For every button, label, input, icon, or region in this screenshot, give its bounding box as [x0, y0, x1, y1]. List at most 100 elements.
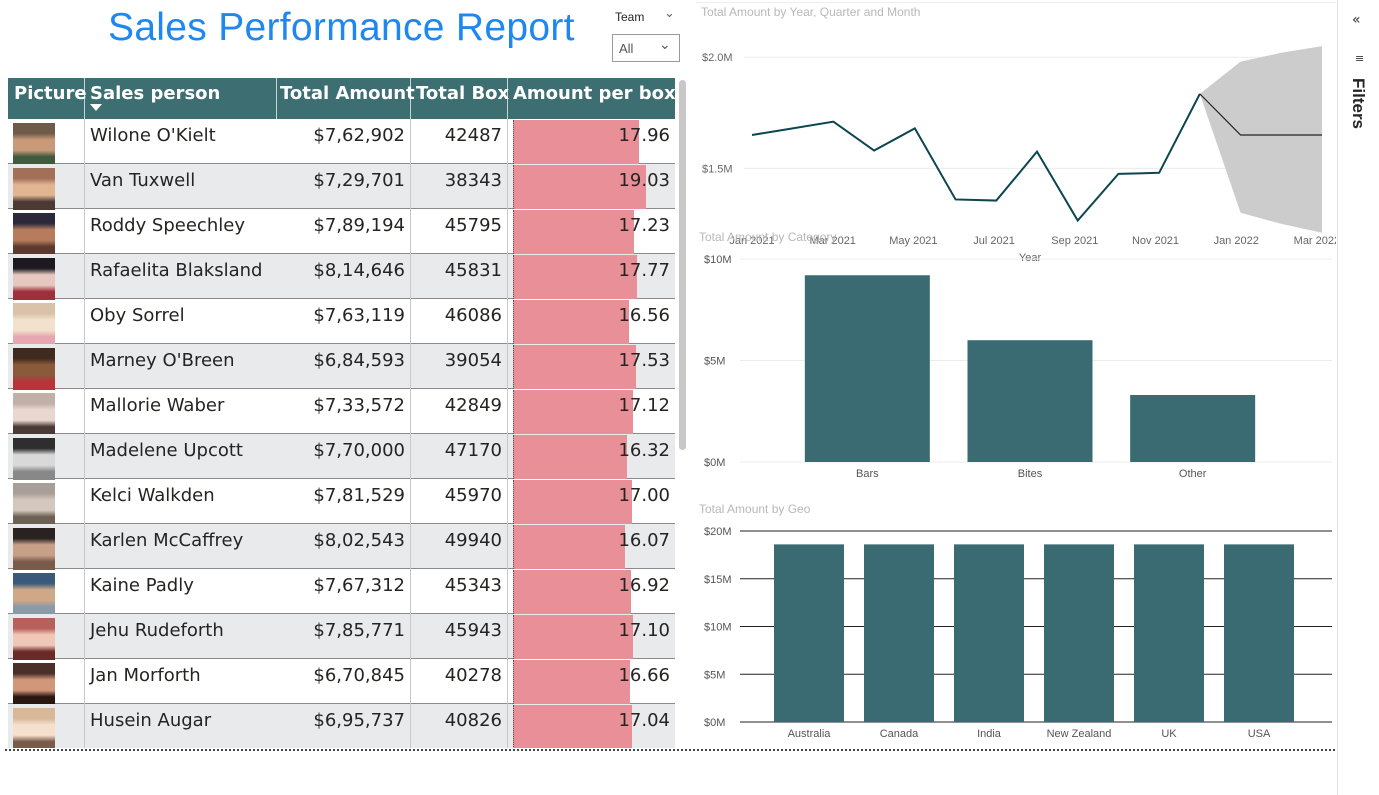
line-chart-title: Total Amount by Year, Quarter and Month [701, 5, 921, 19]
avatar [13, 348, 55, 390]
header-sales-person[interactable]: Sales person [90, 78, 220, 119]
header-picture[interactable]: Picture [14, 78, 87, 119]
sales-person-name: Kaine Padly [90, 575, 194, 596]
avatar [13, 528, 55, 570]
table-row[interactable]: Kaine Padly $7,67,312 45343 16.92 [8, 569, 675, 615]
sales-person-name: Jehu Rudeforth [90, 620, 224, 641]
amount-per-box-cell: 16.07 [618, 530, 670, 551]
total-box-cell: 45970 [444, 485, 502, 506]
team-slicer-dropdown[interactable]: All ⌄ [612, 34, 680, 62]
bar [967, 340, 1093, 462]
sales-person-name: Karlen McCaffrey [90, 530, 244, 551]
y-tick-label: $1.5M [702, 163, 733, 175]
bar [1224, 544, 1294, 722]
total-amount-cell: $7,33,572 [313, 395, 405, 416]
amount-per-box-cell: 17.10 [618, 620, 670, 641]
table-row[interactable]: Mallorie Waber $7,33,572 42849 17.12 [8, 389, 675, 435]
total-amount-cell: $7,29,701 [313, 170, 405, 191]
total-box-cell: 45795 [444, 215, 502, 236]
table-row[interactable]: Husein Augar $6,95,737 40826 17.04 [8, 704, 675, 748]
avatar [13, 213, 55, 255]
sort-descending-icon [90, 104, 102, 111]
x-tick-label: Bars [856, 468, 879, 480]
sales-person-name: Oby Sorrel [90, 305, 185, 326]
amount-per-box-cell: 17.04 [618, 710, 670, 731]
y-tick-label: $5M [704, 356, 725, 368]
total-amount-cell: $8,14,646 [313, 260, 405, 281]
y-tick-label: $10M [704, 254, 732, 266]
avatar [13, 573, 55, 615]
total-amount-cell: $7,89,194 [313, 215, 405, 236]
table-row[interactable]: Rafaelita Blaksland $8,14,646 45831 17.77 [8, 254, 675, 300]
sales-person-name: Marney O'Breen [90, 350, 235, 371]
y-tick-label: $0M [704, 457, 725, 469]
category-bar-chart[interactable]: $0M $5M $10M Bars Bites Other [696, 245, 1336, 485]
sales-person-name: Mallorie Waber [90, 395, 225, 416]
header-amount-per-box[interactable]: Amount per box [513, 78, 675, 119]
total-amount-cell: $7,62,902 [313, 125, 405, 146]
table-row[interactable]: Madelene Upcott $7,70,000 47170 16.32 [8, 434, 675, 480]
bar [774, 544, 844, 722]
sales-person-name: Wilone O'Kielt [90, 125, 216, 146]
table-scrollbar[interactable] [679, 80, 686, 450]
table-row[interactable]: Roddy Speechley $7,89,194 45795 17.23 [8, 209, 675, 255]
table-row[interactable]: Kelci Walkden $7,81,529 45970 17.00 [8, 479, 675, 525]
filter-pane[interactable]: « ≡ Filters [1337, 0, 1379, 795]
team-slicer-value: All [619, 41, 634, 56]
sales-person-name: Madelene Upcott [90, 440, 243, 461]
avatar [13, 618, 55, 660]
amount-per-box-cell: 16.66 [618, 665, 670, 686]
total-box-cell: 40278 [444, 665, 502, 686]
total-amount-cell: $8,02,543 [313, 530, 405, 551]
table-header: Picture Sales person Total Amount Total … [8, 78, 675, 119]
total-amount-cell: $7,67,312 [313, 575, 405, 596]
geo-chart-title: Total Amount by Geo [699, 502, 811, 516]
amount-per-box-cell: 17.00 [618, 485, 670, 506]
bar [864, 544, 934, 722]
total-amount-cell: $6,95,737 [313, 710, 405, 731]
sales-table: Picture Sales person Total Amount Total … [8, 78, 675, 748]
category-chart-title: Total Amount by Category [699, 230, 837, 244]
avatar [13, 258, 55, 300]
avatar [13, 168, 55, 210]
header-total-amount[interactable]: Total Amount [280, 78, 415, 119]
x-tick-label: Other [1179, 468, 1207, 480]
avatar [13, 708, 55, 748]
table-row[interactable]: Van Tuxwell $7,29,701 38343 19.03 [8, 164, 675, 210]
slicer-collapse-chevron-icon[interactable]: ⌄ [664, 6, 675, 21]
double-chevron-left-icon[interactable]: « [1352, 12, 1361, 28]
table-row[interactable]: Marney O'Breen $6,84,593 39054 17.53 [8, 344, 675, 390]
table-row[interactable]: Wilone O'Kielt $7,62,902 42487 17.96 [8, 119, 675, 165]
forecast-confidence-band [1199, 46, 1322, 233]
table-row[interactable]: Jan Morforth $6,70,845 40278 16.66 [8, 659, 675, 705]
filters-label[interactable]: Filters [1348, 78, 1368, 129]
x-tick-label: USA [1248, 728, 1271, 740]
total-amount-cell: $7,85,771 [313, 620, 405, 641]
total-box-cell: 45831 [444, 260, 502, 281]
x-tick-label: UK [1161, 728, 1177, 740]
total-box-cell: 45343 [444, 575, 502, 596]
table-row[interactable]: Jehu Rudeforth $7,85,771 45943 17.10 [8, 614, 675, 660]
total-amount-cell: $7,63,119 [313, 305, 405, 326]
table-row[interactable]: Oby Sorrel $7,63,119 46086 16.56 [8, 299, 675, 345]
bar [1044, 544, 1114, 722]
sales-person-name: Van Tuxwell [90, 170, 196, 191]
total-amount-cell: $6,70,845 [313, 665, 405, 686]
total-box-cell: 45943 [444, 620, 502, 641]
amount-per-box-cell: 16.56 [618, 305, 670, 326]
chevron-down-icon: ⌄ [659, 37, 671, 53]
visual-boundary [5, 749, 1335, 751]
amount-per-box-cell: 19.03 [618, 170, 670, 191]
y-tick-label: $2.0M [702, 52, 733, 64]
total-amount-cell: $7,81,529 [313, 485, 405, 506]
avatar [13, 663, 55, 705]
total-amount-cell: $6,84,593 [313, 350, 405, 371]
filter-bars-icon: ≡ [1355, 52, 1365, 65]
table-row[interactable]: Karlen McCaffrey $8,02,543 49940 16.07 [8, 524, 675, 570]
total-box-cell: 47170 [444, 440, 502, 461]
team-slicer-label: Team [615, 10, 645, 24]
header-total-box[interactable]: Total Box [416, 78, 509, 119]
amount-per-box-cell: 16.32 [618, 440, 670, 461]
page-title: Sales Performance Report [108, 6, 575, 49]
geo-bar-chart[interactable]: $0M $5M $10M $15M $20M Australia Canada India Ne… [696, 517, 1336, 745]
